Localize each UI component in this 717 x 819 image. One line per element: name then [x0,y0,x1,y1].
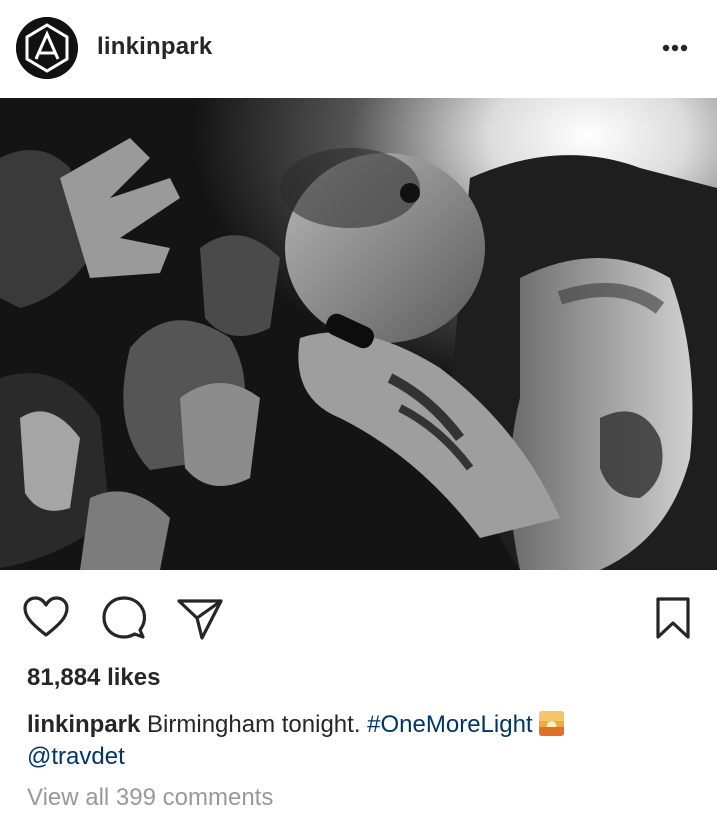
caption-mention[interactable]: @travdet [27,743,125,770]
linkin-park-logo-icon [16,17,78,79]
post-username[interactable]: linkinpark [97,33,212,61]
caption-text: Birmingham tonight. [147,711,361,738]
comment-bubble-icon[interactable] [102,596,146,640]
view-all-comments-link[interactable]: View all 399 comments [27,784,273,812]
caption-username[interactable]: linkinpark [27,711,140,738]
profile-avatar[interactable] [16,17,78,79]
bookmark-icon[interactable] [655,597,691,639]
more-options-icon[interactable] [655,32,695,64]
likes-count[interactable]: 81,884 likes [27,664,160,692]
post-caption: linkinpark Birmingham tonight. #OneMoreL… [27,709,697,773]
post-header: linkinpark [0,0,717,98]
sunrise-emoji-icon [538,711,564,736]
paper-plane-icon[interactable] [176,598,224,640]
post-actions [0,570,717,666]
post-photo[interactable] [0,98,717,570]
heart-icon[interactable] [23,596,69,638]
caption-hashtag[interactable]: #OneMoreLight [367,711,532,738]
